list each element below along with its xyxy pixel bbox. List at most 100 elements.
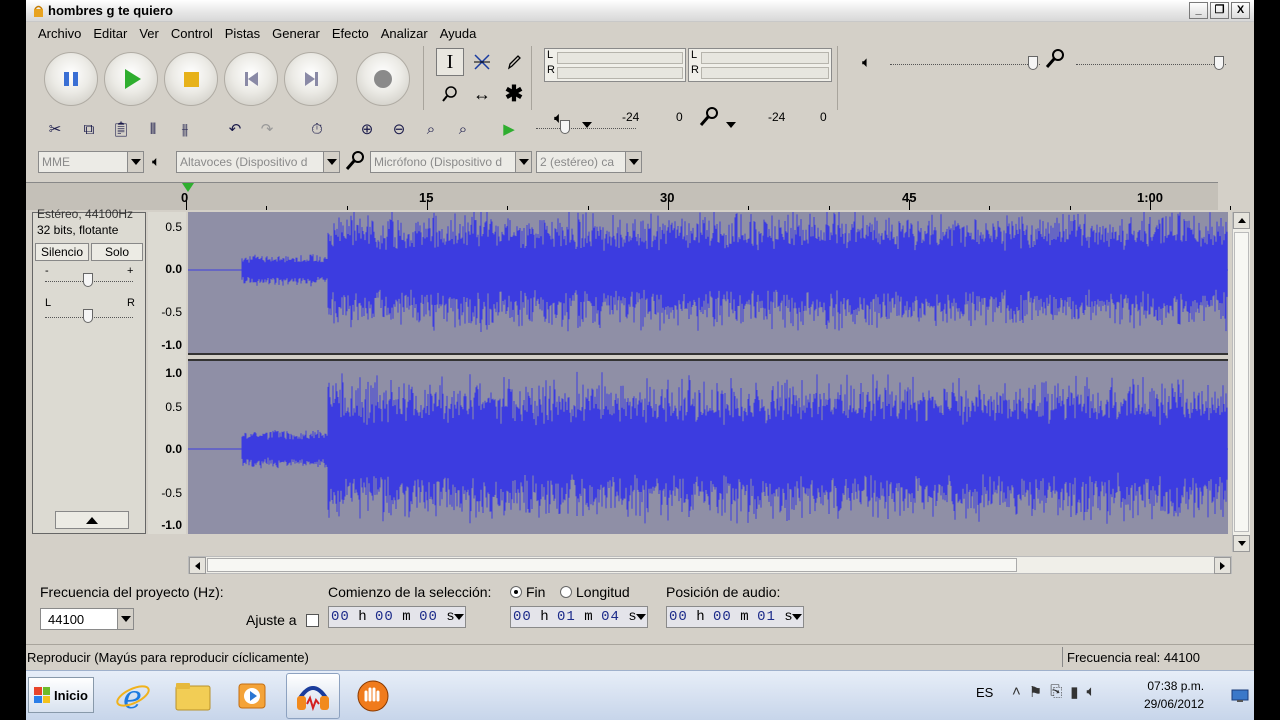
input-channels-select[interactable]: 2 (estéreo) ca bbox=[536, 151, 642, 173]
stop-icon bbox=[183, 71, 199, 87]
menu-pistas[interactable]: Pistas bbox=[219, 26, 266, 41]
scroll-down-button[interactable] bbox=[1233, 535, 1250, 552]
vertical-scrollbar[interactable] bbox=[1232, 212, 1250, 552]
menu-editar[interactable]: Editar bbox=[87, 26, 133, 41]
audio-position-time[interactable]: 00 h 00 m 01 s bbox=[666, 606, 804, 628]
input-volume-track[interactable] bbox=[1076, 64, 1226, 66]
play-speed-track[interactable] bbox=[536, 128, 636, 130]
scroll-right-button[interactable] bbox=[1214, 557, 1231, 574]
trim-button[interactable]: ⫴ bbox=[140, 116, 166, 142]
silence-button[interactable]: ⫵ bbox=[172, 116, 198, 142]
fit-project-button[interactable]: ⌕ bbox=[450, 116, 476, 142]
timeline-ruler[interactable]: 0 15 30 45 1:00 bbox=[26, 182, 1232, 210]
solo-button[interactable]: Solo bbox=[91, 243, 143, 261]
zoom-out-button[interactable]: ⊖ bbox=[386, 116, 412, 142]
zoom-tool[interactable] bbox=[436, 80, 464, 108]
taskbar-media-player[interactable] bbox=[226, 673, 280, 719]
waveform-display[interactable] bbox=[188, 212, 1228, 534]
stop-button[interactable] bbox=[164, 52, 218, 106]
menu-analizar[interactable]: Analizar bbox=[375, 26, 434, 41]
show-hidden-icons-icon[interactable]: ˄ bbox=[1012, 683, 1021, 701]
redo-button[interactable]: ↷ bbox=[254, 116, 280, 142]
zoom-in-button[interactable]: ⊕ bbox=[354, 116, 380, 142]
audacity-window: Archivo Editar Ver Control Pistas Genera… bbox=[26, 22, 1254, 670]
menu-efecto[interactable]: Efecto bbox=[326, 26, 375, 41]
taskbar-file-explorer[interactable] bbox=[166, 673, 220, 719]
minimize-button[interactable]: _ bbox=[1189, 2, 1208, 19]
start-button[interactable]: Inicio bbox=[28, 677, 94, 713]
audio-host-select[interactable]: MME bbox=[38, 151, 144, 173]
pause-button[interactable] bbox=[44, 52, 98, 106]
input-volume-slider[interactable] bbox=[1214, 56, 1224, 70]
project-rate-select[interactable]: 44100 bbox=[40, 608, 134, 630]
taskbar-internet-explorer[interactable]: e bbox=[106, 673, 160, 719]
waveform-left-channel[interactable] bbox=[188, 212, 1228, 353]
play-button[interactable] bbox=[104, 52, 158, 106]
gain-slider[interactable] bbox=[83, 273, 93, 287]
end-radio[interactable]: Fin bbox=[510, 584, 545, 600]
envelope-icon bbox=[474, 54, 490, 70]
sync-lock-button[interactable]: ⏱ bbox=[304, 116, 330, 142]
menu-generar[interactable]: Generar bbox=[266, 26, 326, 41]
draw-tool[interactable] bbox=[500, 48, 528, 76]
selection-start-time[interactable]: 00 h 00 m 00 s bbox=[328, 606, 466, 628]
collapse-track-button[interactable] bbox=[55, 511, 129, 529]
selection-end-time[interactable]: 00 h 01 m 04 s bbox=[510, 606, 648, 628]
taskbar-app-hand[interactable] bbox=[346, 673, 400, 719]
pan-left-label: L bbox=[45, 297, 52, 309]
menu-ayuda[interactable]: Ayuda bbox=[434, 26, 483, 41]
output-volume-slider[interactable] bbox=[1028, 56, 1038, 70]
volume-icon[interactable]: 🔈︎ bbox=[1087, 683, 1096, 701]
chevron-down-icon bbox=[127, 152, 143, 172]
language-indicator[interactable]: ES bbox=[976, 685, 993, 700]
multi-tool[interactable]: ✱ bbox=[500, 80, 528, 108]
envelope-tool[interactable] bbox=[468, 48, 496, 76]
fit-selection-button[interactable]: ⌕ bbox=[418, 116, 444, 142]
undo-button[interactable]: ↶ bbox=[222, 116, 248, 142]
input-volume-icon bbox=[1044, 48, 1066, 73]
menu-ver[interactable]: Ver bbox=[133, 26, 165, 41]
close-button[interactable]: X bbox=[1231, 2, 1250, 19]
time-shift-tool[interactable]: ↔ bbox=[468, 80, 496, 108]
copy-button[interactable]: ⧉ bbox=[76, 116, 102, 142]
menu-archivo[interactable]: Archivo bbox=[32, 26, 87, 41]
record-meter[interactable]: L R bbox=[688, 48, 832, 82]
length-radio[interactable]: Longitud bbox=[560, 584, 630, 600]
paste-button[interactable]: 📋︎ bbox=[108, 116, 134, 142]
window-title: hombres g te quiero bbox=[48, 3, 173, 18]
play-speed-slider[interactable] bbox=[560, 120, 570, 134]
output-volume-track[interactable] bbox=[890, 64, 1040, 66]
vertical-scroll-thumb[interactable] bbox=[1234, 232, 1249, 532]
horizontal-scrollbar[interactable] bbox=[188, 556, 1232, 574]
safely-remove-hardware-icon[interactable]: ⎘ bbox=[1050, 683, 1062, 701]
action-center-flag-icon[interactable]: ⚑ bbox=[1029, 683, 1042, 701]
scroll-up-button[interactable] bbox=[1233, 212, 1250, 229]
selection-tool[interactable]: I bbox=[436, 48, 464, 76]
output-device-select[interactable]: Altavoces (Dispositivo d bbox=[176, 151, 340, 173]
mute-button[interactable]: Silencio bbox=[35, 243, 89, 261]
horizontal-scroll-thumb[interactable] bbox=[207, 558, 1017, 572]
snap-to-checkbox[interactable] bbox=[306, 614, 319, 627]
time-shift-icon: ↔ bbox=[473, 83, 491, 104]
skip-to-start-button[interactable] bbox=[224, 52, 278, 106]
network-signal-icon[interactable]: ▮ bbox=[1070, 683, 1078, 701]
skip-to-end-button[interactable] bbox=[284, 52, 338, 106]
waveform-right-channel[interactable] bbox=[188, 361, 1228, 534]
taskbar-audacity[interactable] bbox=[286, 673, 340, 719]
arrow-down-icon bbox=[1237, 541, 1246, 546]
scroll-left-button[interactable] bbox=[189, 557, 206, 574]
show-desktop-button[interactable] bbox=[1226, 671, 1254, 720]
record-button[interactable] bbox=[356, 52, 410, 106]
input-device-select[interactable]: Micrófono (Dispositivo d bbox=[370, 151, 532, 173]
playback-meter[interactable]: L R bbox=[544, 48, 686, 82]
system-clock[interactable]: 07:38 p.m. 29/06/2012 bbox=[1144, 677, 1204, 713]
pan-slider[interactable] bbox=[83, 309, 93, 323]
menu-control[interactable]: Control bbox=[165, 26, 219, 41]
cut-button[interactable]: ✂ bbox=[42, 116, 68, 142]
track-control-panel[interactable]: Estéreo, 44100Hz 32 bits, flotante Silen… bbox=[32, 207, 146, 534]
microphone-icon bbox=[698, 106, 720, 133]
restore-button[interactable]: ❐ bbox=[1210, 2, 1229, 19]
record-meter-dropdown[interactable] bbox=[726, 116, 736, 131]
play-at-speed-button[interactable]: ▶ bbox=[496, 116, 522, 142]
media-player-icon bbox=[238, 683, 266, 709]
